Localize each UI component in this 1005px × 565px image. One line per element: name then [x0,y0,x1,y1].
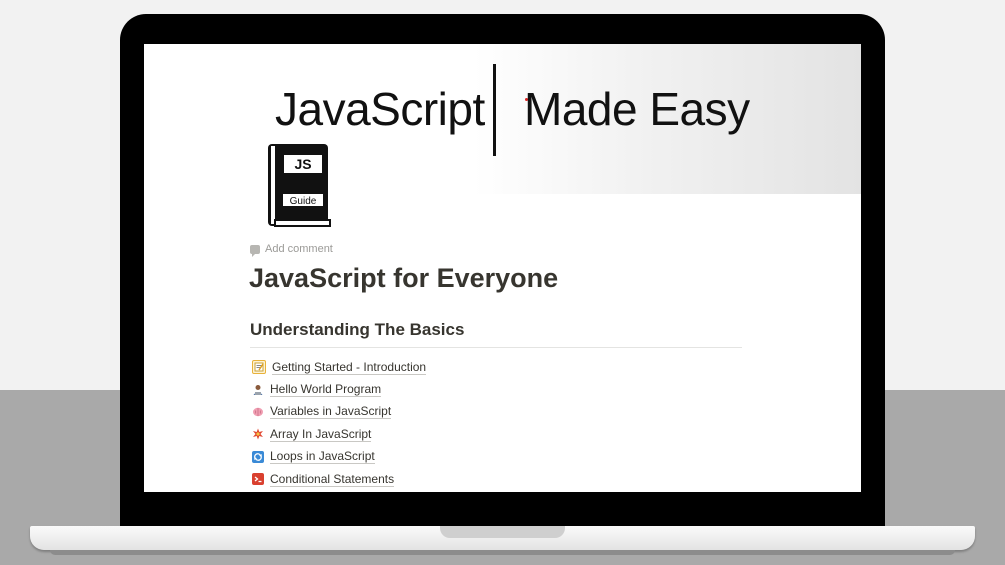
repeat-icon [252,450,264,463]
laptop-notch [440,526,565,538]
page-link-label: Hello World Program [270,382,382,398]
page-link-label: Loops in JavaScript [270,449,375,465]
page-link-label: Variables in JavaScript [270,404,392,420]
terminal-icon [252,473,264,486]
section-divider [250,347,742,348]
page-link-list: Getting Started - Introduction Hello Wor… [252,356,427,490]
cover-text-right: Made Easy [524,83,750,135]
add-comment-label: Add comment [265,243,333,255]
collision-icon [252,428,264,440]
page-link-getting-started[interactable]: Getting Started - Introduction [252,356,427,378]
section-heading[interactable]: Understanding The Basics [250,320,464,340]
page-link-variables[interactable]: Variables in JavaScript [252,401,426,423]
page-link-hello-world[interactable]: Hello World Program [252,378,426,400]
memo-icon [252,360,266,375]
page-link-conditional[interactable]: Conditional Statements [252,468,426,490]
cover-divider [493,64,496,156]
page-link-label: Getting Started - Introduction [272,359,427,375]
book-icon[interactable]: JS Guide [266,142,332,230]
book-bottom-label: Guide [290,196,317,207]
page-link-label: Array In JavaScript [270,426,372,442]
technologist-icon [252,384,264,396]
laptop-base-shadow [50,550,955,555]
page-link-loops[interactable]: Loops in JavaScript [252,446,426,468]
page-link-label: Conditional Statements [270,471,395,487]
cover-text-left: JavaScript [275,83,485,135]
book-top-label: JS [294,156,311,172]
page-cover[interactable]: JavaScript Made Easy [144,44,861,194]
brain-icon [252,406,264,418]
comment-icon [250,244,260,257]
page-title[interactable]: JavaScript for Everyone [249,263,558,294]
laptop-screen: JavaScript Made Easy JS Guide Add commen… [144,44,861,492]
add-comment-button[interactable]: Add comment [250,243,333,257]
page-link-array[interactable]: Array In JavaScript [252,423,426,445]
